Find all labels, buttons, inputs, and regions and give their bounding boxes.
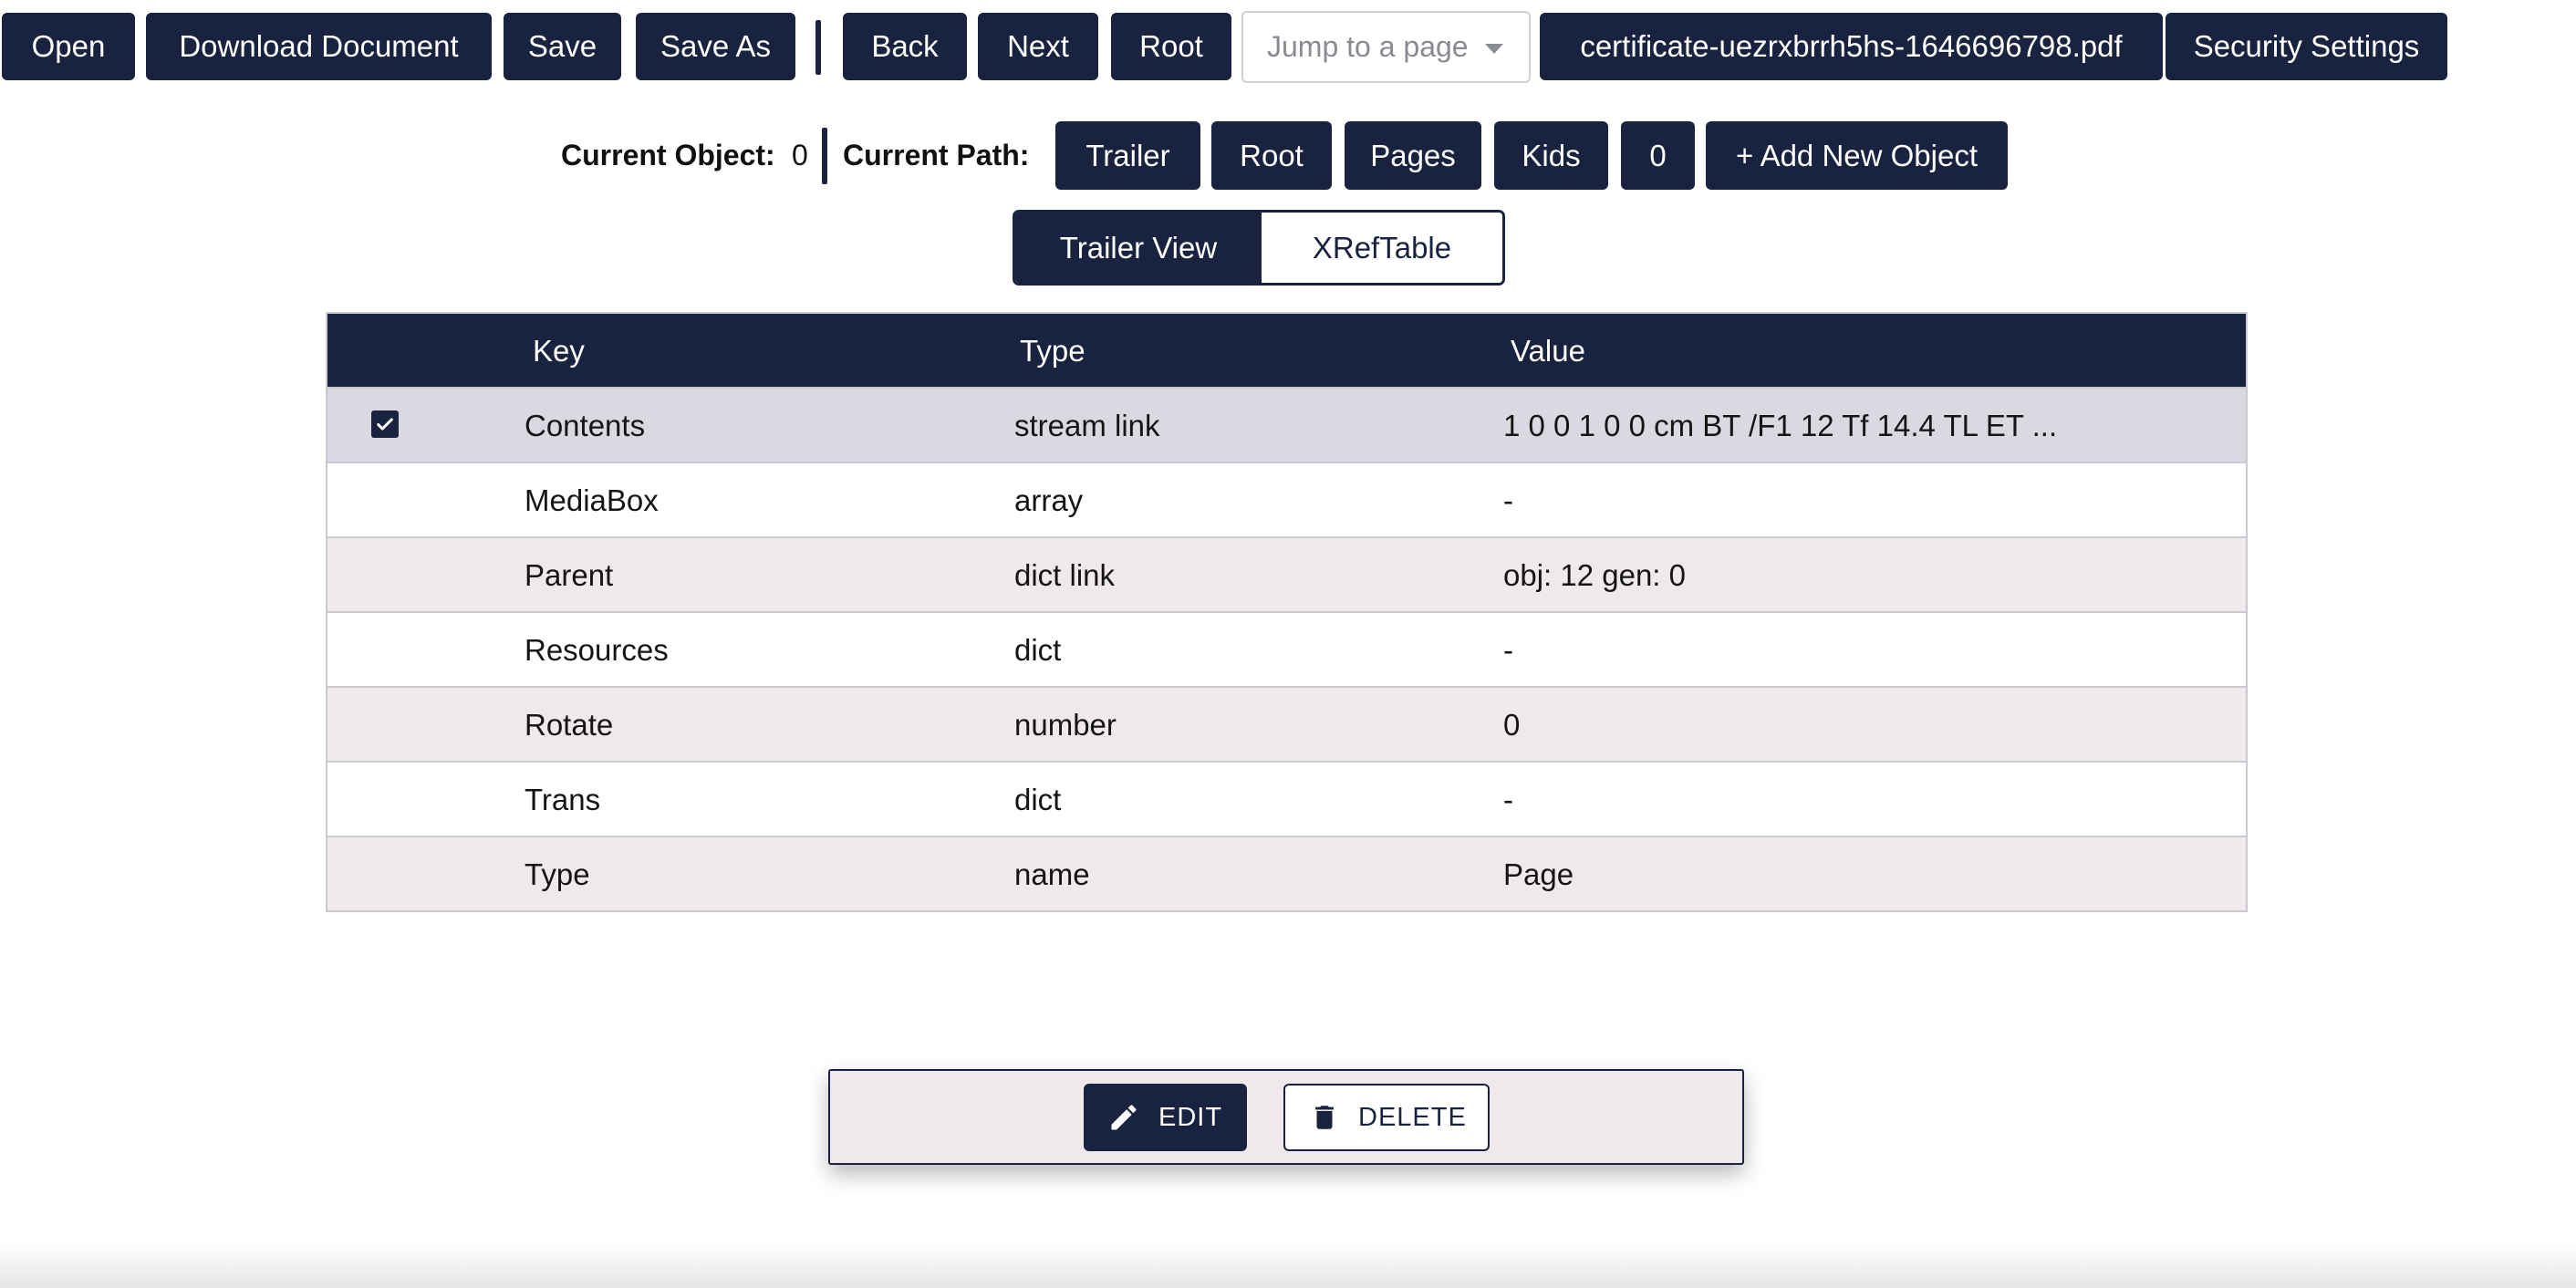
row-key: Resources — [525, 633, 669, 667]
row-type: dict — [1014, 783, 1062, 816]
delete-button[interactable]: DELETE — [1283, 1084, 1490, 1151]
edit-label: EDIT — [1158, 1102, 1223, 1132]
row-value: Page — [1503, 857, 1574, 891]
row-type: number — [1014, 708, 1117, 742]
row-type: dict link — [1014, 558, 1116, 592]
jump-to-page-select[interactable]: Jump to a page — [1241, 11, 1531, 83]
path-divider — [822, 128, 827, 184]
bottom-shade — [0, 1241, 2576, 1288]
row-key: Type — [525, 857, 590, 891]
table-header: Key Type Value — [327, 314, 2246, 387]
edit-button[interactable]: EDIT — [1084, 1084, 1247, 1151]
toolbar-divider — [815, 20, 821, 75]
selection-action-bar: EDIT DELETE — [828, 1069, 1744, 1165]
current-object-value: 0 — [792, 139, 808, 171]
filename-button[interactable]: certificate-uezrxbrrh5hs-1646696798.pdf — [1540, 13, 2163, 80]
path-item-pages[interactable]: Pages — [1345, 121, 1481, 190]
row-value: 1 0 0 1 0 0 cm BT /F1 12 Tf 14.4 TL ET .… — [1503, 409, 2058, 442]
save-as-button[interactable]: Save As — [636, 13, 795, 80]
tab-trailer-view[interactable]: Trailer View — [1015, 213, 1262, 283]
table-row[interactable]: Contents stream link 1 0 0 1 0 0 cm BT /… — [327, 387, 2246, 462]
path-item-kids[interactable]: Kids — [1494, 121, 1608, 190]
back-button[interactable]: Back — [843, 13, 967, 80]
view-toggle: Trailer View XRefTable — [1013, 210, 1505, 286]
row-type: stream link — [1014, 409, 1160, 442]
column-header-value: Value — [1511, 334, 1585, 368]
row-key: Rotate — [525, 708, 614, 742]
table-row[interactable]: Trans dict - — [327, 761, 2246, 836]
row-type: array — [1014, 483, 1084, 517]
row-type: name — [1014, 857, 1090, 891]
delete-label: DELETE — [1358, 1102, 1467, 1132]
root-button[interactable]: Root — [1111, 13, 1231, 80]
row-key: Contents — [525, 409, 646, 442]
row-key: Parent — [525, 558, 614, 592]
row-value: obj: 12 gen: 0 — [1503, 558, 1686, 592]
table-row[interactable]: Parent dict link obj: 12 gen: 0 — [327, 536, 2246, 611]
row-checkbox[interactable] — [371, 410, 399, 438]
check-icon — [377, 418, 393, 431]
column-header-key: Key — [533, 334, 585, 368]
table-row[interactable]: Rotate number 0 — [327, 686, 2246, 761]
row-value: - — [1503, 633, 1513, 667]
row-value: - — [1503, 783, 1513, 816]
table-row[interactable]: Resources dict - — [327, 611, 2246, 686]
column-header-type: Type — [1020, 334, 1085, 368]
jump-to-page-placeholder: Jump to a page — [1267, 30, 1469, 63]
object-table: Key Type Value Contents stream link 1 0 … — [326, 312, 2248, 912]
trash-icon — [1315, 1106, 1334, 1129]
path-item-trailer[interactable]: Trailer — [1055, 121, 1200, 190]
row-value: - — [1503, 483, 1513, 517]
row-type: dict — [1014, 633, 1062, 667]
row-key: Trans — [525, 783, 601, 816]
security-settings-button[interactable]: Security Settings — [2166, 13, 2447, 80]
download-document-button[interactable]: Download Document — [146, 13, 492, 80]
open-button[interactable]: Open — [2, 13, 135, 80]
path-item-0[interactable]: 0 — [1621, 121, 1695, 190]
table-row[interactable]: Type name Page — [327, 836, 2246, 910]
current-path-label: Current Path: — [843, 139, 1030, 171]
tab-xref-table[interactable]: XRefTable — [1262, 213, 1502, 283]
pencil-icon — [1111, 1105, 1137, 1130]
table-row[interactable]: MediaBox array - — [327, 462, 2246, 536]
row-value: 0 — [1503, 708, 1521, 742]
save-button[interactable]: Save — [504, 13, 621, 80]
next-button[interactable]: Next — [978, 13, 1098, 80]
caret-down-icon — [1485, 44, 1503, 54]
current-object-label: Current Object: — [561, 139, 775, 171]
path-item-root[interactable]: Root — [1211, 121, 1332, 190]
row-key: MediaBox — [525, 483, 659, 517]
add-new-object-button[interactable]: + Add New Object — [1706, 121, 2008, 190]
